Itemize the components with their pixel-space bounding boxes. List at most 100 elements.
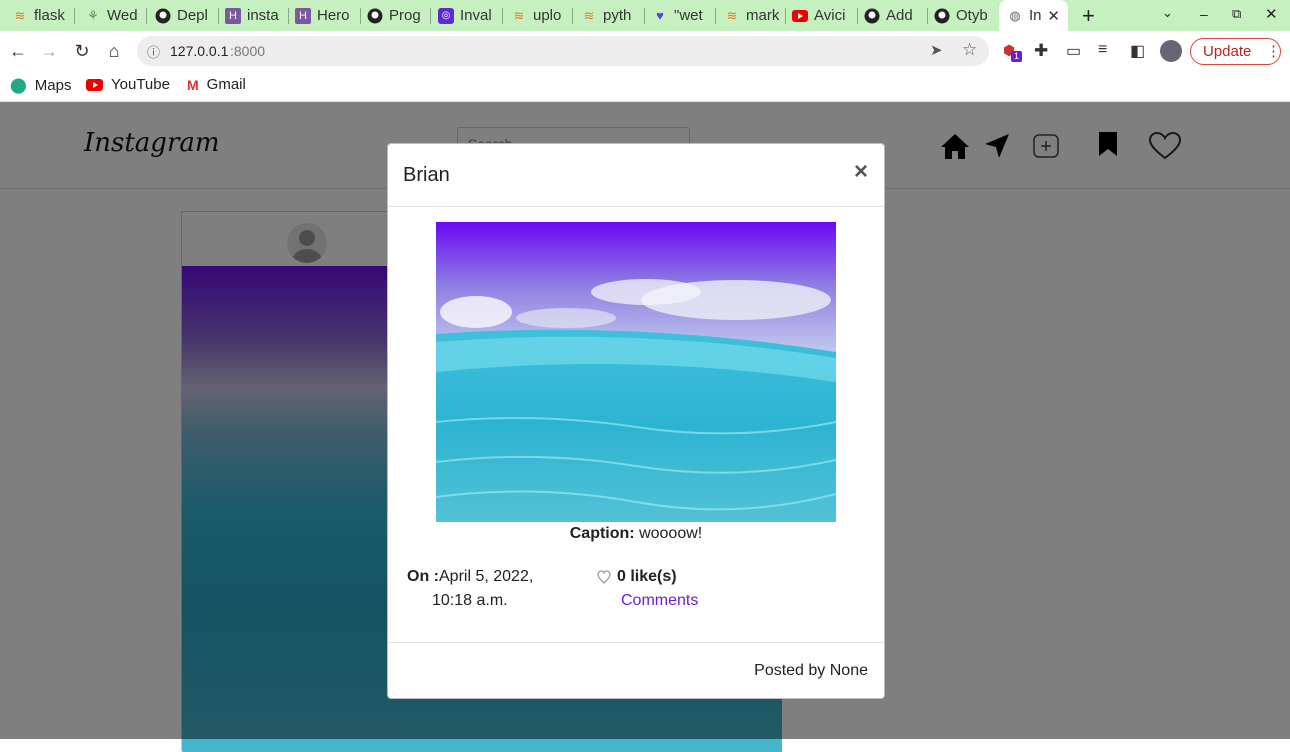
tab-1[interactable]: ≋ flask <box>0 0 75 31</box>
profile-avatar[interactable] <box>1160 40 1182 62</box>
tab-12[interactable]: Avici <box>786 0 858 31</box>
post-date: On :April 5, 2022, <box>407 565 533 589</box>
tab-label: uplo <box>533 7 562 24</box>
address-bar[interactable]: ⓘ 127.0.0.1 :8000 ➤ ☆ <box>137 36 989 66</box>
heroku-icon: H <box>225 7 241 24</box>
new-tab-icon[interactable]: + <box>1082 3 1095 29</box>
extension-badge: 1 <box>1011 51 1022 62</box>
youtube-icon <box>86 78 103 91</box>
extension-icon[interactable]: ⬢ 1 <box>1003 42 1022 62</box>
send-icon[interactable]: ➤ <box>930 41 943 59</box>
home-icon[interactable]: ⌂ <box>102 39 126 63</box>
tab-5[interactable]: H Hero <box>289 0 361 31</box>
url-host: 127.0.0.1 <box>170 43 229 59</box>
github-icon <box>155 8 171 24</box>
stackoverflow-icon: ≋ <box>513 7 525 23</box>
tab-active[interactable]: ◍ In ✕ <box>999 0 1068 31</box>
bookmark-youtube[interactable]: YouTube <box>86 76 170 93</box>
reading-list-icon[interactable]: ≡ <box>1098 41 1107 59</box>
date-line2: 10:18 a.m. <box>432 592 508 609</box>
gmail-icon: M <box>187 76 199 93</box>
palm-icon: ⚘ <box>87 7 99 23</box>
side-panel-icon[interactable]: ◧ <box>1130 41 1145 61</box>
tab-11[interactable]: ≋ mark <box>716 0 786 31</box>
caption-label: Caption: <box>569 525 635 542</box>
restore-icon[interactable]: ⧉ <box>1232 6 1241 22</box>
bookmark-label: Maps <box>34 76 72 94</box>
divider <box>388 642 884 643</box>
youtube-icon <box>792 8 808 24</box>
tab-6[interactable]: Prog <box>361 0 431 31</box>
github-icon <box>367 8 383 24</box>
tab-search-icon[interactable]: ⌄ <box>1162 5 1173 21</box>
post-image <box>436 222 836 522</box>
modal-footer: Posted by None <box>754 662 868 679</box>
maps-icon: ⬤ <box>10 77 27 94</box>
post-modal: Brian × Caption: woooow! On:April 5, 20… <box>387 143 885 699</box>
menu-dots-icon[interactable]: ⋮ <box>1266 39 1281 64</box>
tab-14[interactable]: Otyb <box>928 0 998 31</box>
bookmark-label: YouTube <box>111 76 170 93</box>
tab-label: mark <box>746 7 780 24</box>
tab-9[interactable]: ≋ pyth <box>573 0 645 31</box>
twitter-icon: ♥ <box>656 8 664 23</box>
tab-label: "wet <box>674 7 703 24</box>
tab-label: Otyb <box>956 7 988 24</box>
update-label: Update <box>1203 43 1252 60</box>
tab-label: Depl <box>177 7 208 24</box>
heroku-icon: H <box>295 7 311 24</box>
stackoverflow-icon: ≋ <box>726 7 738 23</box>
podcast-icon: ◎ <box>438 7 454 24</box>
tab-close-icon[interactable]: ✕ <box>1047 7 1060 25</box>
tab-3[interactable]: Depl <box>147 0 219 31</box>
tab-label: pyth <box>603 7 632 24</box>
tab-label: Inval <box>460 7 492 24</box>
back-icon[interactable]: ← <box>6 39 30 63</box>
heart-icon[interactable] <box>597 570 611 584</box>
tab-label: Hero <box>317 7 350 24</box>
tab-strip: ≋ flask ⚘ Wed Depl H insta H Hero Prog ◎… <box>0 0 1290 31</box>
tab-10[interactable]: ♥ "wet <box>645 0 716 31</box>
cast-icon[interactable]: ▭ <box>1066 41 1081 61</box>
github-icon <box>934 8 950 24</box>
reload-icon[interactable]: ↻ <box>70 39 94 63</box>
tab-label: flask <box>34 7 65 24</box>
tab-label: Prog <box>389 7 421 24</box>
info-icon[interactable]: ⓘ <box>147 42 160 61</box>
bookmark-label: Gmail <box>206 76 246 93</box>
likes: 0 like(s) <box>597 565 677 589</box>
bookmark-maps[interactable]: ⬤ Maps <box>10 76 72 95</box>
date-line1: April 5, 2022, <box>439 568 534 585</box>
stackoverflow-icon: ≋ <box>14 7 26 23</box>
window-close-icon[interactable]: ✕ <box>1265 5 1278 23</box>
tab-label: insta <box>247 7 279 24</box>
divider <box>388 206 884 207</box>
modal-title: Brian <box>403 164 450 186</box>
bookmarks-bar: ⬤ Maps YouTube M Gmail <box>0 71 1290 102</box>
tab-7[interactable]: ◎ Inval <box>431 0 503 31</box>
caption-text: woooow! <box>639 525 703 542</box>
github-icon <box>864 8 880 24</box>
close-icon[interactable]: × <box>854 158 868 186</box>
minimize-icon[interactable]: – <box>1200 6 1208 22</box>
tab-label: Wed <box>107 7 138 24</box>
tab-13[interactable]: Add <box>858 0 928 31</box>
tab-2[interactable]: ⚘ Wed <box>75 0 147 31</box>
caption: Caption: woooow! <box>388 525 884 543</box>
tab-4[interactable]: H insta <box>219 0 289 31</box>
tab-8[interactable]: ≋ uplo <box>503 0 573 31</box>
tab-label: Add <box>886 7 913 24</box>
star-icon[interactable]: ☆ <box>962 40 977 60</box>
bookmark-gmail[interactable]: M Gmail <box>187 76 246 93</box>
forward-icon[interactable]: → <box>37 39 61 63</box>
url-port: :8000 <box>230 43 266 59</box>
date-label: On : <box>407 568 439 585</box>
update-button[interactable]: Update ⋮ <box>1190 38 1281 65</box>
puzzle-icon[interactable]: ✚ <box>1034 41 1048 61</box>
stackoverflow-icon: ≋ <box>583 7 595 23</box>
tab-label: Avici <box>814 7 846 24</box>
globe-icon: ◍ <box>1009 7 1021 23</box>
comments-link[interactable]: Comments <box>621 589 698 613</box>
tab-label: In <box>1029 7 1042 24</box>
likes-count: 0 like(s) <box>617 568 677 585</box>
